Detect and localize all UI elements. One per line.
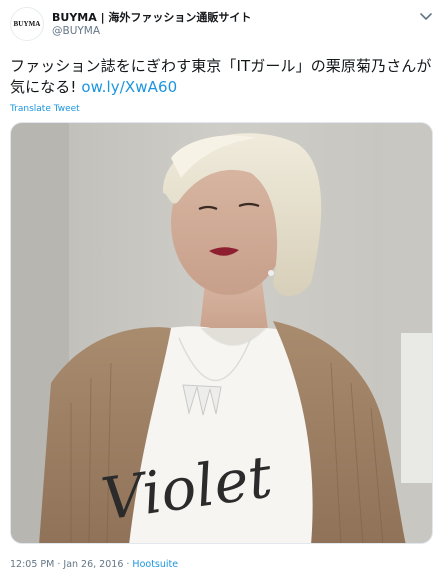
tweet-time[interactable]: 12:05 PM bbox=[10, 559, 54, 570]
tweet-text: ファッション誌をにぎわす東京「ITガール」の栗原菊乃さんが気になる! ow.ly… bbox=[10, 56, 436, 98]
translate-tweet-link[interactable]: Translate Tweet bbox=[10, 104, 80, 114]
display-name[interactable]: BUYMA | 海外ファッション通販サイト bbox=[52, 9, 251, 25]
chevron-down-icon[interactable] bbox=[419, 10, 433, 24]
tweet-photo[interactable]: Violet bbox=[10, 122, 433, 544]
user-handle[interactable]: @BUYMA bbox=[52, 25, 100, 37]
tweet-body: ファッション誌をにぎわす東京「ITガール」の栗原菊乃さんが気になる! bbox=[10, 57, 432, 96]
tweet-source-link[interactable]: Hootsuite bbox=[132, 559, 178, 570]
tweet-meta: 12:05 PM · Jan 26, 2016 · Hootsuite bbox=[10, 559, 178, 570]
avatar-logo-text: BUYMA bbox=[13, 20, 41, 28]
tweet-link[interactable]: ow.ly/XwA60 bbox=[81, 78, 177, 96]
avatar[interactable]: BUYMA bbox=[10, 7, 44, 41]
tweet-date[interactable]: Jan 26, 2016 bbox=[63, 559, 123, 570]
